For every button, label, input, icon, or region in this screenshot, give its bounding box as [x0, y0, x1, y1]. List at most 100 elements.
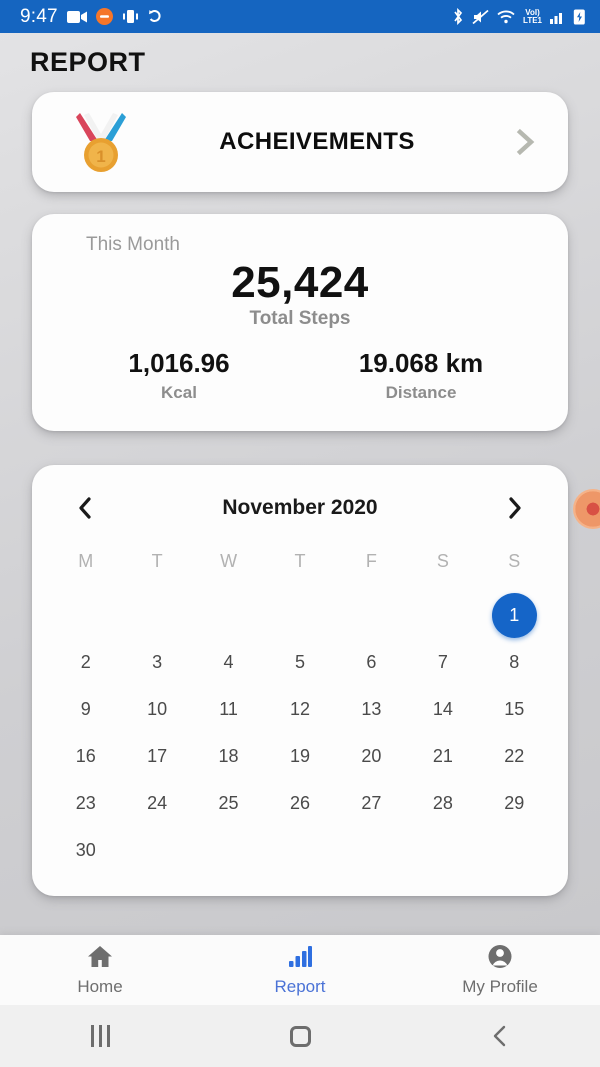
calendar-weekday-2: W — [193, 551, 264, 592]
calendar-day-label: 4 — [206, 640, 251, 685]
calendar-day-label: 25 — [206, 781, 251, 826]
calendar-day-label: 20 — [349, 734, 394, 779]
calendar-month-title: November 2020 — [222, 496, 377, 520]
calendar-day-label: 27 — [349, 781, 394, 826]
recents-icon[interactable] — [0, 1025, 200, 1047]
total-steps-value: 25,424 — [58, 260, 542, 306]
calendar-day-label: 18 — [206, 734, 251, 779]
calendar-day-3[interactable]: 3 — [121, 639, 192, 686]
calendar-day-label: 21 — [420, 734, 465, 779]
calendar-day-2[interactable]: 2 — [50, 639, 121, 686]
calendar-day-19[interactable]: 19 — [264, 733, 335, 780]
calendar-day-22[interactable]: 22 — [479, 733, 550, 780]
svg-text:1: 1 — [96, 147, 105, 166]
vibrate-icon — [122, 9, 139, 24]
sync-icon — [148, 9, 162, 24]
calendar-day-20[interactable]: 20 — [336, 733, 407, 780]
signal-icon — [550, 10, 565, 24]
calendar-day-blank — [336, 592, 407, 639]
calendar-day-12[interactable]: 12 — [264, 686, 335, 733]
calendar-day-7[interactable]: 7 — [407, 639, 478, 686]
video-camera-icon — [67, 10, 87, 24]
home-square-icon[interactable] — [200, 1026, 400, 1047]
calendar-day-blank — [193, 592, 264, 639]
chevron-right-icon[interactable] — [510, 127, 540, 157]
nav-label-report: Report — [274, 977, 325, 997]
app-orange-icon — [96, 8, 113, 25]
calendar-day-label: 24 — [135, 781, 180, 826]
calendar-day-16[interactable]: 16 — [50, 733, 121, 780]
calendar-day-blank — [50, 592, 121, 639]
calendar-day-label: 9 — [63, 687, 108, 732]
nav-label-my-profile: My Profile — [462, 977, 538, 997]
wifi-icon — [497, 10, 515, 24]
achievements-label: ACHEIVEMENTS — [124, 128, 510, 156]
calendar-day-17[interactable]: 17 — [121, 733, 192, 780]
mute-icon — [472, 9, 489, 25]
monthly-stats-card: This Month 25,424 Total Steps 1,016.96 K… — [32, 214, 568, 431]
nav-item-report[interactable]: Report — [200, 944, 400, 997]
calendar-day-23[interactable]: 23 — [50, 780, 121, 827]
calendar-day-label: 29 — [492, 781, 537, 826]
calendar-day-label: 5 — [277, 640, 322, 685]
calendar-day-label: 15 — [492, 687, 537, 732]
volte-sub-label: LTE1 — [523, 17, 542, 25]
calendar-day-1[interactable]: 1 — [479, 592, 550, 639]
total-steps-label: Total Steps — [58, 308, 542, 330]
nav-item-my-profile[interactable]: My Profile — [400, 944, 600, 997]
chevron-left-icon[interactable] — [68, 491, 102, 525]
stats-period-label: This Month — [58, 234, 542, 256]
calendar-day-18[interactable]: 18 — [193, 733, 264, 780]
total-steps-block: 25,424 Total Steps — [58, 260, 542, 330]
system-navigation-bar — [0, 1005, 600, 1067]
calendar-day-25[interactable]: 25 — [193, 780, 264, 827]
back-chevron-icon[interactable] — [400, 1024, 600, 1048]
calendar-day-blank — [407, 592, 478, 639]
chevron-right-icon[interactable] — [498, 491, 532, 525]
calendar-day-11[interactable]: 11 — [193, 686, 264, 733]
calendar-day-label: 10 — [135, 687, 180, 732]
nav-item-home[interactable]: Home — [0, 944, 200, 997]
calendar-day-blank — [264, 592, 335, 639]
achievements-card[interactable]: 1 ACHEIVEMENTS — [32, 92, 568, 192]
calendar-day-26[interactable]: 26 — [264, 780, 335, 827]
person-icon — [487, 944, 513, 974]
calendar-weekday-6: S — [479, 551, 550, 592]
kcal-label: Kcal — [58, 383, 300, 403]
calendar-day-30[interactable]: 30 — [50, 827, 121, 874]
page-title: REPORT — [0, 33, 600, 78]
calendar-day-6[interactable]: 6 — [336, 639, 407, 686]
calendar-day-14[interactable]: 14 — [407, 686, 478, 733]
calendar-day-label: 22 — [492, 734, 537, 779]
calendar-day-label: 26 — [277, 781, 322, 826]
calendar-day-13[interactable]: 13 — [336, 686, 407, 733]
calendar-day-5[interactable]: 5 — [264, 639, 335, 686]
calendar-card: November 2020 MTWTFSS1234567891011121314… — [32, 465, 568, 896]
bottom-navigation: Home Report My Profile — [0, 935, 600, 1005]
calendar-grid: MTWTFSS123456789101112131415161718192021… — [50, 551, 550, 874]
calendar-day-8[interactable]: 8 — [479, 639, 550, 686]
calendar-day-21[interactable]: 21 — [407, 733, 478, 780]
calendar-day-9[interactable]: 9 — [50, 686, 121, 733]
calendar-day-10[interactable]: 10 — [121, 686, 192, 733]
gold-medal-icon: 1 — [72, 111, 130, 173]
calendar-day-label: 30 — [63, 828, 108, 873]
battery-icon — [573, 8, 586, 25]
distance-stat: 19.068 km Distance — [300, 348, 542, 403]
calendar-day-4[interactable]: 4 — [193, 639, 264, 686]
calendar-day-28[interactable]: 28 — [407, 780, 478, 827]
calendar-day-27[interactable]: 27 — [336, 780, 407, 827]
status-bar-right: VoI) LTE1 — [452, 8, 586, 25]
calendar-day-label: 3 — [135, 640, 180, 685]
calendar-day-15[interactable]: 15 — [479, 686, 550, 733]
status-bar-clock: 9:47 — [20, 6, 58, 28]
calendar-day-label: 23 — [63, 781, 108, 826]
calendar-day-24[interactable]: 24 — [121, 780, 192, 827]
calendar-weekday-0: M — [50, 551, 121, 592]
calendar-day-blank — [121, 592, 192, 639]
calendar-weekday-3: T — [264, 551, 335, 592]
calendar-day-29[interactable]: 29 — [479, 780, 550, 827]
calendar-day-label: 2 — [63, 640, 108, 685]
floating-bubble-icon[interactable] — [573, 489, 600, 529]
calendar-day-label: 17 — [135, 734, 180, 779]
